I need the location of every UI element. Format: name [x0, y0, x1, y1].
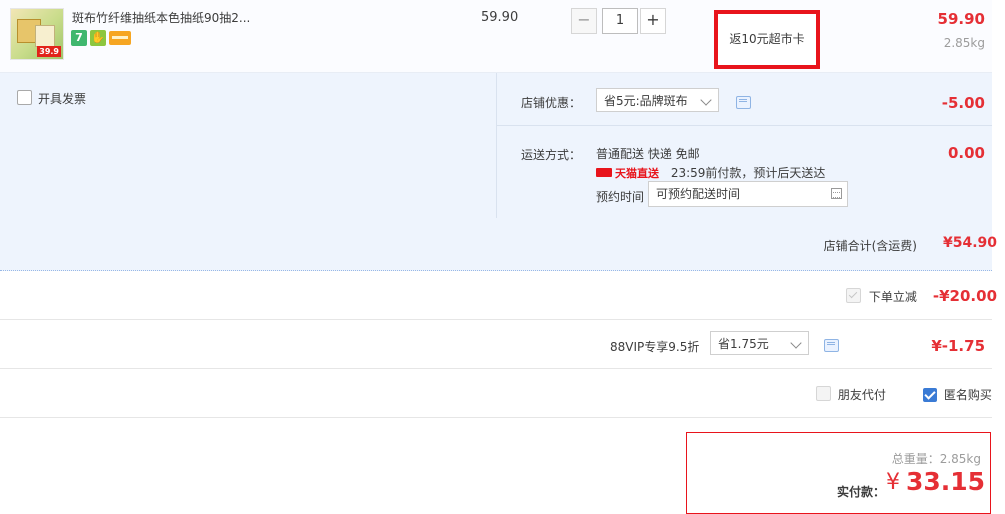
total-weight: 总重量：2.85kg [891, 452, 981, 466]
anonymous-checkbox[interactable] [923, 388, 937, 402]
shipping-method: 普通配送 快递 免邮 [596, 147, 700, 161]
message-icon[interactable] [824, 339, 839, 352]
schedule-placeholder: 可预约配送时间 [656, 187, 741, 201]
calendar-icon[interactable] [831, 188, 842, 199]
currency-symbol: ¥ [886, 470, 900, 495]
message-icon[interactable] [736, 96, 751, 109]
shop-discount-label: 店铺优惠： [521, 96, 582, 110]
vertical-divider [496, 73, 497, 218]
chevron-down-icon [790, 337, 802, 349]
invoice-label: 开具发票 [38, 92, 87, 106]
seven-day-return-icon: 7 [71, 30, 87, 46]
actual-payment-amount: 33.15 [906, 467, 986, 496]
tmall-logo-icon [596, 168, 612, 177]
friend-pay-label: 朋友代付 [837, 388, 886, 402]
row-divider [0, 368, 992, 369]
row-divider [0, 319, 992, 320]
unit-price: 59.90 [481, 10, 519, 25]
item-subtotal: 59.90 [937, 10, 985, 28]
invoice-option[interactable]: 开具发票 [17, 90, 86, 107]
cashback-promo: 返10元超市卡 [714, 10, 820, 69]
shop-discount-select[interactable]: 省5元:品牌斑布 [596, 88, 719, 112]
schedule-label: 预约时间 [596, 190, 645, 204]
vip-discount-amount: ¥-1.75 [931, 337, 985, 355]
shop-discount-amount: -5.00 [941, 94, 985, 112]
quantity-plus-button[interactable]: + [640, 8, 666, 34]
product-title[interactable]: 斑布竹纤维抽纸本色抽纸90抽2... [72, 9, 250, 26]
instant-discount-checkbox [846, 288, 861, 303]
quantity-input[interactable]: 1 [602, 8, 638, 34]
anonymous-purchase-option[interactable]: 匿名购买 [923, 386, 1005, 403]
thumbnail-price-tag: 39.9 [37, 46, 61, 57]
anonymous-label: 匿名购买 [943, 388, 992, 402]
instant-discount-label: 下单立减 [868, 290, 917, 304]
row-divider [0, 417, 992, 418]
invoice-checkbox[interactable] [17, 90, 32, 105]
actual-payment-label: 实付款： [837, 485, 886, 499]
delivery-info: 天猫直送 23:59前付款，预计后天送达 [596, 164, 825, 181]
horizontal-divider [497, 125, 992, 126]
schedule-date-input[interactable]: 可预约配送时间 [648, 181, 848, 207]
product-pack-graphic-2 [35, 25, 55, 47]
tmall-direct-tag: 天猫直送 [596, 165, 659, 181]
friend-pay-checkbox [816, 386, 831, 401]
item-weight: 2.85kg [943, 36, 985, 50]
instant-discount-option: 下单立减 [846, 288, 917, 305]
shop-discount-selected: 省5元:品牌斑布 [604, 94, 688, 108]
friend-pay-option: 朋友代付 [816, 386, 886, 403]
shipping-amount: 0.00 [947, 144, 985, 162]
vip-discount-selected: 省1.75元 [718, 337, 769, 351]
product-badges: 7 ✋ [71, 30, 134, 46]
product-thumbnail[interactable]: 39.9 [10, 8, 64, 60]
shop-total-value: ¥54.90 [942, 235, 997, 251]
shop-total-label: 店铺合计(含运费) [823, 239, 917, 253]
shipping-label: 运送方式： [521, 148, 582, 162]
quantity-minus-button[interactable]: − [571, 8, 597, 34]
vip-discount-select[interactable]: 省1.75元 [710, 331, 809, 355]
instant-discount-amount: -¥20.00 [932, 287, 997, 305]
delivery-note: 23:59前付款，预计后天送达 [670, 166, 826, 180]
hand-badge-icon: ✋ [90, 30, 106, 46]
vip-label: 88VIP专享9.5折 [610, 340, 700, 354]
card-badge-icon [109, 31, 131, 45]
chevron-down-icon [700, 94, 712, 106]
